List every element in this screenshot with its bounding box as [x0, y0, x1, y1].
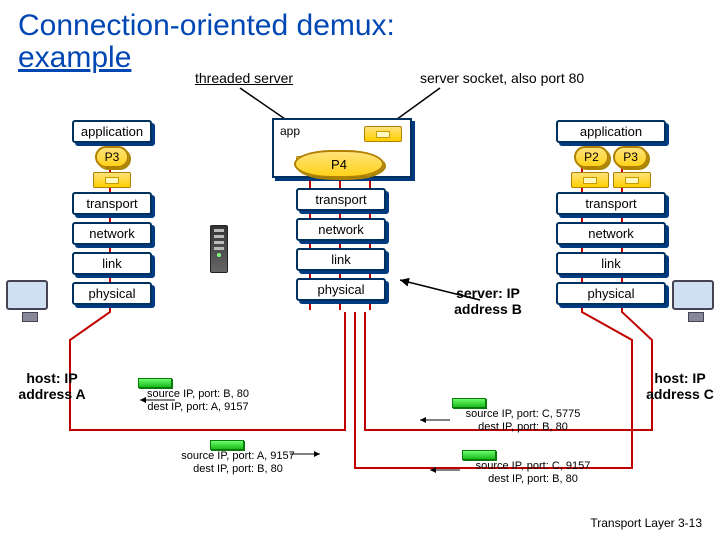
stack-host-a: application P3 transport network link ph… — [72, 120, 152, 312]
server-tower-icon — [210, 225, 228, 273]
server-b-label: server: IP address B — [438, 285, 538, 317]
title-line1: Connection-oriented demux: — [18, 9, 395, 42]
layer-link: link — [72, 252, 152, 275]
layer-transport: transport — [72, 192, 152, 215]
slide-title: Connection-oriented demux: example — [18, 10, 395, 73]
client-a-monitor — [6, 280, 48, 310]
layer-link: link — [556, 252, 666, 275]
client-c-monitor — [672, 280, 714, 310]
layer-physical: physical — [72, 282, 152, 305]
packet-icon — [138, 378, 172, 388]
app-label: app — [280, 124, 300, 138]
layer-application: application — [72, 120, 152, 143]
server-socket-icon — [364, 126, 402, 142]
socket-icon — [613, 172, 651, 188]
socket-icon — [93, 172, 131, 188]
packet-icon — [452, 398, 486, 408]
layer-transport: transport — [296, 188, 386, 211]
socket-icon — [571, 172, 609, 188]
slide-footer: Transport Layer 3-13 — [590, 516, 702, 530]
layer-physical: physical — [556, 282, 666, 305]
process-p3-left: P3 — [95, 146, 130, 168]
layer-network: network — [296, 218, 386, 241]
layer-network: network — [72, 222, 152, 245]
process-p2: P2 — [574, 146, 609, 168]
stack-server-b: transport network link physical — [296, 188, 386, 308]
layer-network: network — [556, 222, 666, 245]
layer-link: link — [296, 248, 386, 271]
layer-physical: physical — [296, 278, 386, 301]
slide-number: 3-13 — [678, 516, 702, 530]
stack-host-c: application P2 P3 transport network link… — [556, 120, 666, 312]
layer-application: application — [556, 120, 666, 143]
socket-row-c — [556, 172, 666, 188]
packet-4: source IP, port: C, 9157 dest IP, port: … — [448, 460, 618, 486]
packet-icon — [462, 450, 496, 460]
layer-transport: transport — [556, 192, 666, 215]
annot-server-socket: server socket, also port 80 — [420, 70, 584, 86]
host-a-label: host: IP address A — [12, 370, 92, 402]
packet-icon — [210, 440, 244, 450]
host-c-label: host: IP address C — [640, 370, 720, 402]
footer-text: Transport Layer — [590, 516, 674, 530]
annot-threaded-server: threaded server — [195, 70, 293, 86]
packet-1: source IP, port: B, 80 dest IP, port: A,… — [118, 388, 278, 414]
process-p3-right: P3 — [613, 146, 648, 168]
socket-row-a — [72, 172, 152, 188]
process-p4: P4 — [294, 150, 384, 178]
title-line2: example — [18, 41, 131, 74]
packet-2: source IP, port: A, 9157 dest IP, port: … — [148, 450, 328, 476]
packet-3: source IP, port: C, 5775 dest IP, port: … — [438, 408, 608, 434]
